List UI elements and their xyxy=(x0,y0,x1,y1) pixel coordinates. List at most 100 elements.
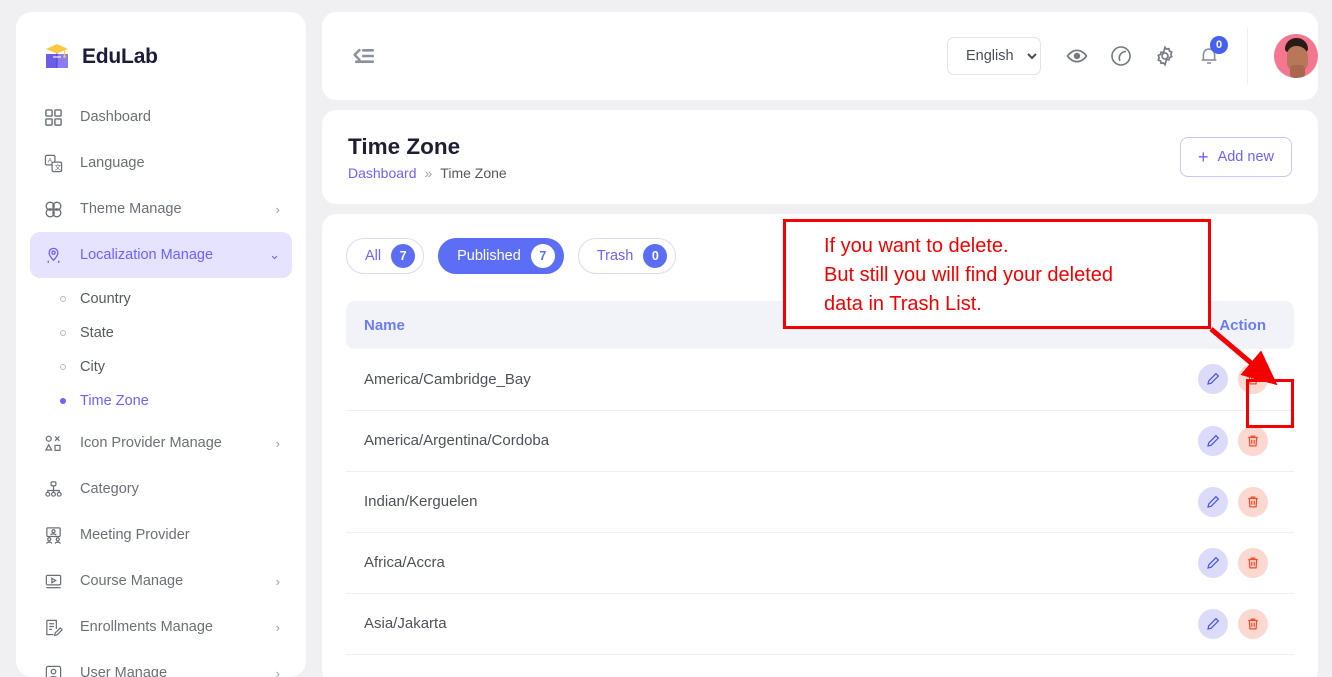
filter-chip-label: Trash xyxy=(597,248,634,264)
sidebar-item-course-manage[interactable]: Course Manage › xyxy=(30,558,292,604)
delete-button[interactable] xyxy=(1238,548,1268,578)
topbar: English xyxy=(322,12,1318,100)
notification-bell[interactable]: 0 xyxy=(1187,34,1231,78)
shapes-icon xyxy=(42,432,64,454)
eye-icon[interactable] xyxy=(1055,34,1099,78)
sidebar-item-icon-provider-manage[interactable]: Icon Provider Manage › xyxy=(30,420,292,466)
filter-chip-trash[interactable]: Trash 0 xyxy=(578,238,677,274)
sidebar-item-label: Icon Provider Manage xyxy=(80,435,276,451)
row-actions xyxy=(1198,487,1268,517)
gear-icon[interactable] xyxy=(1143,34,1187,78)
filter-chip-count: 7 xyxy=(391,244,415,268)
bullet-icon xyxy=(60,364,66,370)
brand-logo[interactable]: EduLab xyxy=(16,12,306,72)
page-header-text: Time Zone Dashboard » Time Zone xyxy=(348,134,507,181)
sidebar-item-label: Localization Manage xyxy=(80,247,269,263)
table-row: America/Argentina/Cordoba xyxy=(346,410,1294,471)
topbar-actions: English xyxy=(947,28,1318,84)
sidebar-item-label: Dashboard xyxy=(80,109,280,125)
clover-icon xyxy=(42,198,64,220)
sidebar-item-category[interactable]: Category xyxy=(30,466,292,512)
chevron-right-icon: › xyxy=(276,436,280,451)
delete-button[interactable] xyxy=(1238,609,1268,639)
table-row: Africa/Accra xyxy=(346,532,1294,593)
avatar-container xyxy=(1247,28,1318,84)
edit-button[interactable] xyxy=(1198,609,1228,639)
notification-badge: 0 xyxy=(1210,36,1228,54)
translate-icon: A 文 xyxy=(42,152,64,174)
form-edit-icon xyxy=(42,616,64,638)
chevron-down-icon: ⌄ xyxy=(269,247,280,263)
sidebar-subitem-country[interactable]: Country xyxy=(16,282,306,316)
sidebar-item-dashboard[interactable]: Dashboard xyxy=(30,94,292,140)
sidebar-subitem-label: City xyxy=(80,359,105,375)
chevron-right-icon: › xyxy=(276,620,280,635)
user-square-icon xyxy=(42,662,64,677)
sidebar-item-label: User Manage xyxy=(80,665,276,677)
table-row: America/Cambridge_Bay xyxy=(346,349,1294,410)
edit-button[interactable] xyxy=(1198,364,1228,394)
table-row: Indian/Kerguelen xyxy=(346,471,1294,532)
language-select[interactable]: English xyxy=(947,37,1041,75)
add-new-button[interactable]: + Add new xyxy=(1180,137,1292,177)
chevron-right-icon: › xyxy=(276,202,280,217)
sidebar: EduLab Dashboard A xyxy=(16,12,306,677)
table-row: Asia/Jakarta xyxy=(346,593,1294,654)
sidebar-subitem-city[interactable]: City xyxy=(16,350,306,384)
edit-button[interactable] xyxy=(1198,548,1228,578)
graduation-book-icon xyxy=(42,42,72,72)
cell-name: America/Cambridge_Bay xyxy=(346,349,990,410)
sidebar-subitem-label: Time Zone xyxy=(80,393,149,409)
filter-chip-count: 7 xyxy=(531,244,555,268)
sidebar-item-label: Theme Manage xyxy=(80,201,276,217)
filter-chip-label: All xyxy=(365,248,381,264)
sidebar-subnav-localization: Country State City Time Zone xyxy=(16,278,306,420)
breadcrumb-root[interactable]: Dashboard xyxy=(348,165,417,181)
annotation-highlight-box xyxy=(1246,379,1294,428)
sitemap-icon xyxy=(42,478,64,500)
sidebar-subitem-label: Country xyxy=(80,291,131,307)
chevron-right-icon: › xyxy=(276,666,280,677)
edit-button[interactable] xyxy=(1198,487,1228,517)
page-header-card: Time Zone Dashboard » Time Zone + Add ne… xyxy=(322,110,1318,204)
timezone-table: Name Action America/Cambridge_Bay xyxy=(346,301,1294,655)
filter-chip-all[interactable]: All 7 xyxy=(346,238,424,274)
cell-name: Asia/Jakarta xyxy=(346,593,990,654)
sidebar-item-label: Enrollments Manage xyxy=(80,619,276,635)
filter-chip-published[interactable]: Published 7 xyxy=(438,238,564,274)
chevron-right-icon: › xyxy=(276,574,280,589)
moon-icon[interactable] xyxy=(1099,34,1143,78)
sidebar-subitem-state[interactable]: State xyxy=(16,316,306,350)
breadcrumb-current: Time Zone xyxy=(440,165,506,181)
sidebar-item-language[interactable]: A 文 Language xyxy=(30,140,292,186)
sidebar-item-localization-manage[interactable]: Localization Manage ⌄ xyxy=(30,232,292,278)
sidebar-item-theme-manage[interactable]: Theme Manage › xyxy=(30,186,292,232)
presentation-icon xyxy=(42,524,64,546)
row-actions xyxy=(1198,426,1268,456)
collapse-sidebar-icon[interactable] xyxy=(346,39,380,73)
cell-action xyxy=(990,532,1294,593)
edit-button[interactable] xyxy=(1198,426,1228,456)
delete-button[interactable] xyxy=(1238,426,1268,456)
sidebar-item-user-manage[interactable]: User Manage › xyxy=(30,650,292,677)
cell-action xyxy=(990,471,1294,532)
breadcrumb: Dashboard » Time Zone xyxy=(348,165,507,181)
sidebar-item-enrollments-manage[interactable]: Enrollments Manage › xyxy=(30,604,292,650)
sidebar-nav: Dashboard A 文 Language xyxy=(16,94,306,677)
cell-name: Africa/Accra xyxy=(346,532,990,593)
delete-button[interactable] xyxy=(1238,487,1268,517)
sidebar-item-label: Category xyxy=(80,481,280,497)
cell-name: Indian/Kerguelen xyxy=(346,471,990,532)
sidebar-subitem-time-zone[interactable]: Time Zone xyxy=(16,384,306,418)
plus-icon: + xyxy=(1198,148,1209,166)
brand-name: EduLab xyxy=(82,45,158,69)
bullet-icon xyxy=(60,398,66,404)
filter-chip-count: 0 xyxy=(643,244,667,268)
grid-icon xyxy=(42,106,64,128)
bullet-icon xyxy=(60,330,66,336)
page-title: Time Zone xyxy=(348,134,507,160)
video-icon xyxy=(42,570,64,592)
avatar[interactable] xyxy=(1274,34,1318,78)
avatar-neck xyxy=(1290,65,1305,78)
sidebar-item-meeting-provider[interactable]: Meeting Provider xyxy=(30,512,292,558)
